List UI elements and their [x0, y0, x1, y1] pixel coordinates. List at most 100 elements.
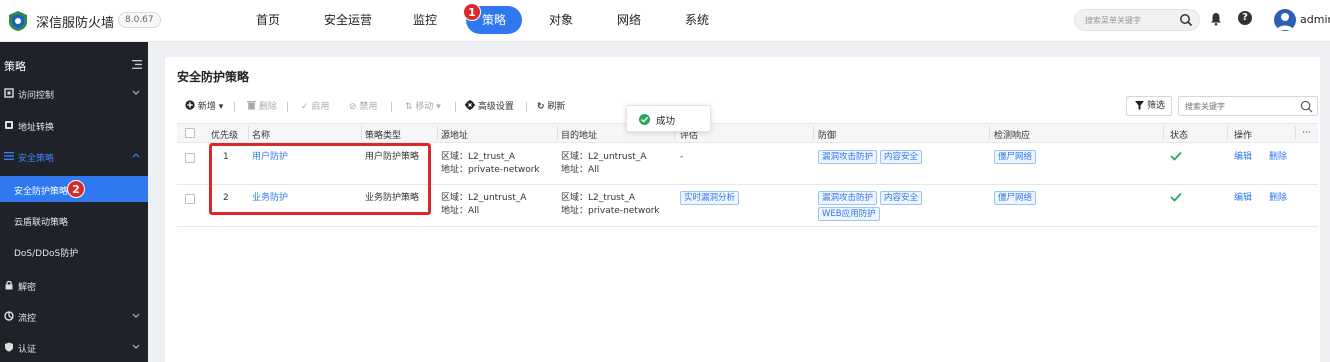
defense-tag[interactable]: 漏洞攻击防护	[818, 191, 878, 205]
disable-button-label: 禁用	[359, 102, 378, 112]
col-defense[interactable]: 防御	[818, 128, 836, 141]
row-defense-tags: 漏洞攻击防护 内容安全 WEB应用防护	[818, 191, 978, 223]
nav-system[interactable]: 系统	[677, 6, 717, 34]
sidebar-item-flow-control[interactable]: 流控	[0, 305, 148, 329]
sidebar-item-security-policy[interactable]: 安全策略	[0, 145, 148, 169]
row-src-zone: 区域：L2_untrust_A	[441, 193, 527, 203]
col-name[interactable]: 名称	[252, 128, 270, 141]
sidebar-item-decrypt[interactable]: 解密	[0, 274, 148, 298]
new-button[interactable]: 新增 ▾	[185, 99, 223, 115]
status-enabled-icon[interactable]	[1170, 192, 1182, 202]
sidebar-item-label: 认证	[18, 345, 37, 355]
row-src-addr: 地址：private-network	[441, 165, 540, 175]
sidebar-sub-label: 安全防护策略	[14, 187, 69, 197]
filter-icon	[1135, 101, 1144, 110]
delete-button[interactable]: 删除	[247, 99, 277, 115]
sidebar-sub-security-protection[interactable]: 安全防护策略 2	[0, 176, 148, 202]
sidebar-sub-cloud-shield[interactable]: 云盾联动策略	[0, 207, 148, 233]
col-detection[interactable]: 检测响应	[994, 128, 1030, 141]
advanced-settings-label: 高级设置	[477, 102, 514, 112]
version-badge: 8.0.67	[118, 12, 161, 28]
move-button[interactable]: ⇅ 移动 ▾	[405, 99, 441, 115]
highlight-box	[209, 143, 431, 215]
row-dst-zone: 区域：L2_untrust_A	[561, 152, 647, 162]
success-icon	[639, 114, 650, 125]
username[interactable]: admin	[1300, 13, 1330, 26]
col-divider	[437, 126, 438, 140]
row-detection-tags: 僵尸网络	[994, 150, 1039, 166]
chevron-up-icon	[132, 153, 140, 158]
sidebar-header: 策略	[0, 56, 148, 76]
row-checkbox[interactable]	[185, 194, 195, 204]
col-status[interactable]: 状态	[1170, 128, 1188, 141]
defense-tag[interactable]: WEB应用防护	[818, 207, 880, 221]
status-enabled-icon[interactable]	[1170, 151, 1182, 161]
disable-button[interactable]: ⊘ 禁用	[349, 99, 377, 115]
detection-tag[interactable]: 僵尸网络	[994, 150, 1037, 164]
nav-monitor[interactable]: 监控	[405, 6, 445, 34]
row-dst-addr: 地址：private-network	[561, 206, 660, 216]
search-icon[interactable]	[1300, 100, 1313, 113]
col-divider	[1163, 126, 1164, 140]
select-all-checkbox[interactable]	[185, 128, 195, 138]
sidebar: 策略 访问控制 地址转换 安全策略 安全防护策略 2 云盾联动策略 DoS/DD…	[0, 42, 148, 362]
access-control-icon	[4, 88, 14, 98]
toolbar-divider	[234, 102, 235, 112]
col-source[interactable]: 源地址	[441, 128, 468, 141]
bell-icon[interactable]	[1210, 12, 1222, 26]
row-checkbox[interactable]	[185, 153, 195, 163]
edit-link[interactable]: 编辑	[1234, 192, 1252, 205]
refresh-button[interactable]: ↻ 刷新	[537, 99, 565, 115]
col-divider	[989, 126, 990, 140]
col-priority[interactable]: 优先级	[211, 128, 238, 141]
column-settings-icon[interactable]: ···	[1302, 128, 1311, 138]
top-bar: 深信服防火墙 8.0.67 首页 安全运营 监控 策略 对象 网络 系统 1 搜…	[0, 0, 1330, 42]
col-destination[interactable]: 目的地址	[561, 128, 597, 141]
filter-button[interactable]: 筛选	[1126, 96, 1172, 116]
defense-tag[interactable]: 漏洞攻击防护	[818, 150, 878, 164]
help-icon[interactable]: ?	[1238, 11, 1252, 25]
nav-security-ops[interactable]: 安全运营	[318, 6, 378, 34]
sidebar-item-access-control[interactable]: 访问控制	[0, 82, 148, 106]
chevron-down-icon	[132, 313, 140, 318]
row-evaluation-tags: 实时漏洞分析	[680, 191, 742, 207]
row-src-addr: 地址：All	[441, 206, 480, 216]
nav-network[interactable]: 网络	[609, 6, 649, 34]
edit-link[interactable]: 编辑	[1234, 151, 1252, 164]
collapse-menu-icon[interactable]	[132, 60, 142, 69]
keyword-search[interactable]	[1178, 96, 1318, 116]
menu-search[interactable]: 搜索菜单关键字	[1074, 9, 1200, 31]
table-header: 优先级 名称 策略类型 源地址 目的地址 评估 防御 检测响应 状态 操作 ··…	[177, 123, 1318, 143]
move-icon: ⇅	[405, 102, 413, 112]
search-icon[interactable]	[1179, 13, 1193, 27]
col-policy-type[interactable]: 策略类型	[365, 128, 401, 141]
sidebar-item-label: 访问控制	[18, 91, 55, 101]
delete-link[interactable]: 删除	[1269, 192, 1287, 205]
sidebar-item-auth[interactable]: 认证	[0, 336, 148, 360]
sidebar-sub-label: 云盾联动策略	[14, 218, 69, 228]
enable-button[interactable]: ✓ 启用	[301, 99, 329, 115]
delete-link[interactable]: 删除	[1269, 151, 1287, 164]
success-toast: 成功	[626, 105, 711, 132]
detection-tag[interactable]: 僵尸网络	[994, 191, 1037, 205]
sidebar-item-nat[interactable]: 地址转换	[0, 114, 148, 138]
avatar[interactable]	[1274, 9, 1296, 31]
trash-icon	[247, 101, 256, 110]
sidebar-sub-ddos[interactable]: DoS/DDoS防护	[0, 238, 148, 264]
nav-object[interactable]: 对象	[541, 6, 581, 34]
flow-control-icon	[4, 311, 14, 321]
defense-tag[interactable]: 内容安全	[880, 150, 923, 164]
nav-home[interactable]: 首页	[248, 6, 288, 34]
advanced-settings-button[interactable]: 高级设置	[465, 99, 514, 115]
col-actions[interactable]: 操作	[1234, 128, 1252, 141]
user-icon	[1277, 13, 1293, 30]
sidebar-sub-label: DoS/DDoS防护	[14, 249, 79, 259]
evaluation-tag[interactable]: 实时漏洞分析	[680, 191, 740, 205]
ban-icon: ⊘	[349, 102, 357, 112]
row-dst-addr: 地址：All	[561, 165, 600, 175]
defense-tag[interactable]: 内容安全	[880, 191, 923, 205]
row-defense-tags: 漏洞攻击防护 内容安全	[818, 150, 925, 166]
col-divider	[1227, 126, 1228, 140]
keyword-search-input[interactable]	[1185, 100, 1295, 113]
check-icon: ✓	[301, 102, 309, 112]
